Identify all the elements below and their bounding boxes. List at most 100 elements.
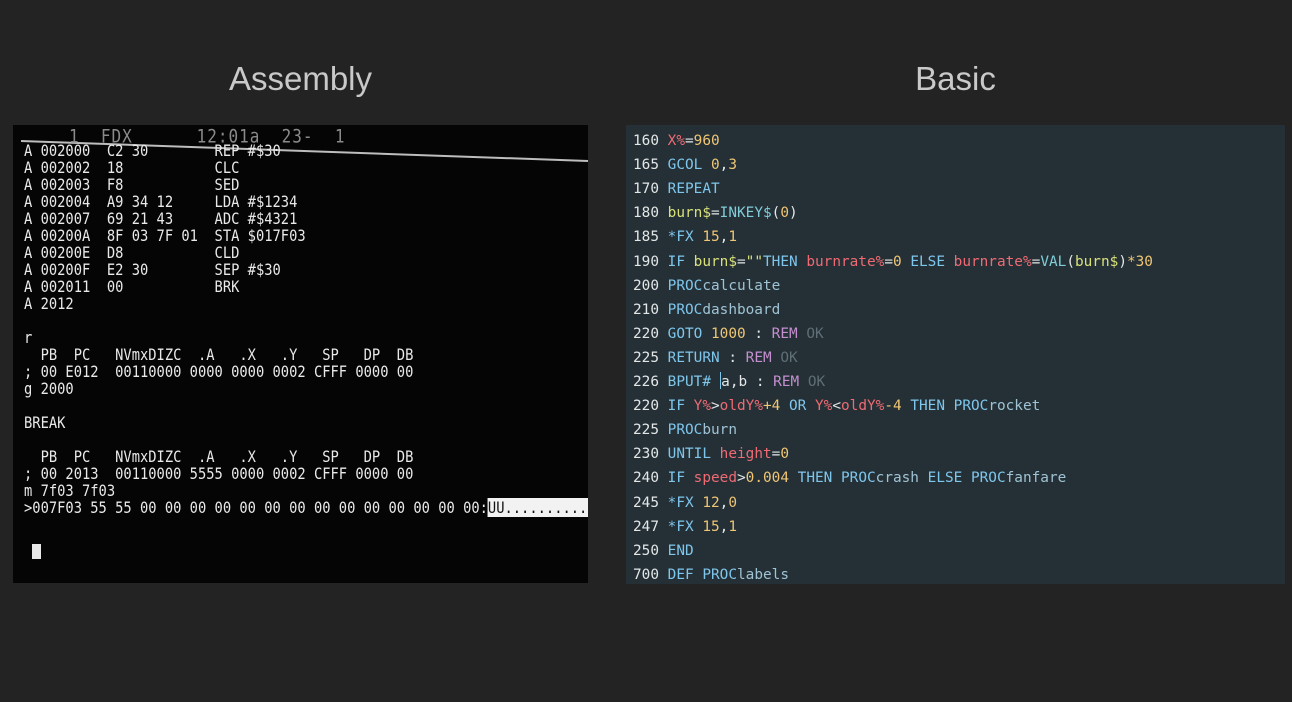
assembly-line: ; 00 2013 00110000 5555 0000 0002 CFFF 0… — [24, 465, 588, 482]
line-number: 245 — [633, 494, 659, 511]
assembly-line: PB PC NVmxDIZC .A .X .Y SP DP DB — [24, 448, 588, 465]
code-token: burnrate% — [806, 253, 885, 270]
code-token: crash — [875, 470, 919, 487]
code-token: IF — [667, 470, 685, 487]
code-line[interactable]: 185 *FX 15,1 — [633, 227, 737, 251]
line-number: 220 — [633, 325, 659, 342]
code-token: IF — [667, 253, 685, 270]
code-token: = — [711, 205, 720, 222]
code-token: VAL — [1040, 253, 1067, 270]
code-line[interactable]: 210 PROCdashboard — [633, 300, 780, 324]
code-token: INKEY$ — [719, 205, 772, 222]
code-token: ELSE — [927, 470, 963, 487]
assembly-line — [24, 431, 588, 448]
code-line[interactable]: 220 GOTO 1000 : REM OK — [633, 324, 824, 348]
assembly-line: m 7f03 7f03 — [24, 482, 588, 499]
code-token: burnrate% — [953, 253, 1032, 270]
assembly-line: PB PC NVmxDIZC .A .X .Y SP DP DB — [24, 346, 588, 363]
code-token: 0 — [892, 253, 902, 270]
terminal-cursor — [32, 544, 41, 559]
code-token: UNTIL — [667, 446, 711, 463]
code-token: 1 — [728, 229, 738, 246]
code-token: ( — [1066, 253, 1075, 270]
code-token: burn$ — [1074, 253, 1119, 270]
code-line[interactable]: 170 REPEAT — [633, 179, 720, 203]
line-number: 226 — [633, 374, 659, 390]
code-line[interactable]: 230 UNTIL height=0 — [633, 444, 789, 468]
code-token: = — [884, 253, 893, 270]
code-token: 0 — [728, 494, 738, 511]
code-token: < — [832, 398, 841, 415]
assembly-line: >007F03 55 55 00 00 00 00 00 00 00 00 00… — [24, 498, 588, 517]
code-line[interactable]: 700 DEF PROClabels — [633, 565, 789, 584]
assembly-line: A 002011 00 BRK — [24, 278, 588, 295]
code-line[interactable]: 247 *FX 15,1 — [633, 517, 737, 541]
basic-code-editor[interactable]: 160 X%=960 165 GCOL 0,3 170 REPEAT 180 burn… — [626, 125, 1285, 584]
code-line[interactable]: 180 burn$=INKEY$(0) — [633, 203, 798, 227]
code-line[interactable]: 160 X%=960 — [633, 131, 720, 155]
code-token: dashboard — [702, 301, 781, 318]
code-line[interactable]: 225 RETURN : REM OK — [633, 348, 798, 372]
code-token: GOTO — [667, 325, 703, 342]
line-number: 700 — [633, 566, 659, 583]
code-token: = — [685, 133, 694, 149]
code-token: PROC — [970, 470, 1006, 487]
code-token: RETURN — [667, 349, 720, 366]
code-token: burn — [702, 422, 737, 439]
line-number: 225 — [633, 349, 659, 366]
code-token: labels — [737, 566, 789, 583]
code-token: 960 — [693, 133, 720, 149]
code-token: : — [747, 374, 774, 390]
code-token: 0 — [780, 446, 789, 463]
code-token: 0.004 — [745, 470, 789, 487]
line-number: 180 — [633, 205, 659, 222]
line-number: 230 — [633, 446, 659, 463]
code-token: a,b — [721, 374, 748, 390]
assembly-line: A 00200E D8 CLD — [24, 244, 588, 261]
code-token: = — [1031, 253, 1041, 270]
code-token: 12 — [702, 494, 720, 511]
code-token: oldY% — [841, 398, 885, 415]
code-line[interactable]: 190 IF burn$=""THEN burnrate%=0 ELSE bur… — [633, 252, 1153, 276]
line-number: 210 — [633, 301, 659, 318]
code-token: *FX — [667, 494, 694, 511]
line-number: 247 — [633, 518, 659, 535]
code-line[interactable]: 220 IF Y%>oldY%+4 OR Y%<oldY%-4 THEN PRO… — [633, 396, 1040, 420]
code-token: speed — [693, 470, 737, 487]
code-line[interactable]: 250 END — [633, 541, 694, 565]
code-line[interactable]: 245 *FX 12,0 — [633, 493, 737, 517]
code-token: DEF — [667, 566, 694, 583]
code-line[interactable]: 226 BPUT# a,b : REM OK — [633, 372, 825, 396]
code-line[interactable]: 225 PROCburn — [633, 420, 737, 444]
code-token: "" — [745, 253, 763, 270]
code-line[interactable]: 165 GCOL 0,3 — [633, 155, 737, 179]
line-number: 240 — [633, 470, 659, 487]
code-token: *FX — [667, 229, 694, 246]
code-token: Y% — [693, 398, 711, 415]
code-line[interactable]: 200 PROCcalculate — [633, 276, 780, 300]
code-token: = — [737, 253, 746, 270]
line-number: 160 — [633, 133, 659, 149]
assembly-line: r — [24, 329, 588, 346]
assembly-line-text: ; 00 E012 00110000 0000 0000 0002 CFFF 0… — [24, 362, 414, 381]
code-token: REM — [773, 374, 800, 390]
code-line[interactable]: 240 IF speed>0.004 THEN PROCcrash ELSE P… — [633, 468, 1066, 492]
code-token: 0 — [780, 205, 789, 222]
code-token: GCOL — [667, 157, 703, 174]
basic-title: Basic — [915, 60, 996, 97]
code-token: 0 — [711, 157, 720, 174]
code-token: OK — [799, 374, 826, 390]
assembly-line: A 00200F E2 30 SEP #$30 — [24, 261, 588, 278]
code-token: calculate — [702, 277, 781, 294]
